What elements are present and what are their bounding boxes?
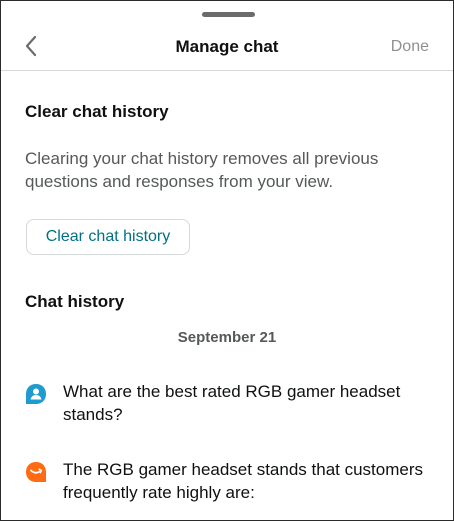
chat-history-heading: Chat history xyxy=(25,292,125,311)
history-date-label: September 21 xyxy=(177,329,277,346)
clear-chat-history-button[interactable]: Clear chat history xyxy=(26,219,190,255)
chat-message-assistant[interactable]: The RGB gamer headset stands that custom… xyxy=(25,458,435,508)
user-avatar-icon xyxy=(26,384,46,404)
page-title: Manage chat xyxy=(175,37,279,56)
header-bar: Manage chat Done xyxy=(1,17,453,71)
done-button[interactable]: Done xyxy=(391,38,429,56)
assistant-smile-icon xyxy=(26,462,46,482)
chat-message-user[interactable]: What are the best rated RGB gamer headse… xyxy=(25,380,435,430)
clear-history-heading: Clear chat history xyxy=(25,102,169,121)
clear-history-description: Clearing your chat history removes all p… xyxy=(25,149,379,191)
manage-chat-panel: Manage chat Done Clear chat history Clea… xyxy=(0,0,454,521)
assistant-message-text: The RGB gamer headset stands that custom… xyxy=(63,460,424,502)
user-message-text: What are the best rated RGB gamer headse… xyxy=(63,382,401,424)
